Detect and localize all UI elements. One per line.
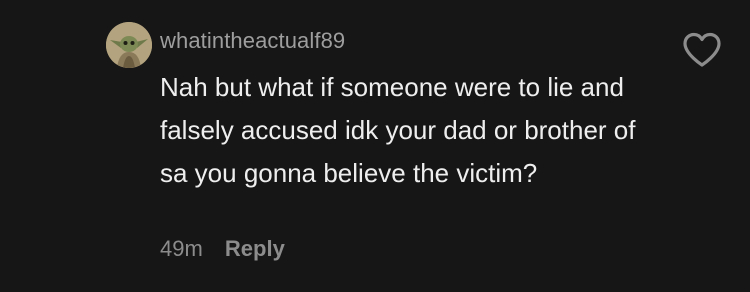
heart-outline-icon	[683, 32, 721, 67]
baby-yoda-avatar-icon	[106, 22, 152, 68]
username[interactable]: whatintheactualf89	[160, 28, 345, 54]
timestamp: 49m	[160, 236, 203, 261]
comment-meta: 49m Reply	[160, 236, 285, 262]
comment-item: whatintheactualf89 Nah but what if someo…	[0, 0, 750, 292]
like-button[interactable]	[680, 28, 724, 72]
reply-button[interactable]: Reply	[225, 236, 285, 261]
avatar[interactable]	[106, 22, 152, 68]
comment-text: Nah but what if someone were to lie and …	[160, 72, 636, 188]
